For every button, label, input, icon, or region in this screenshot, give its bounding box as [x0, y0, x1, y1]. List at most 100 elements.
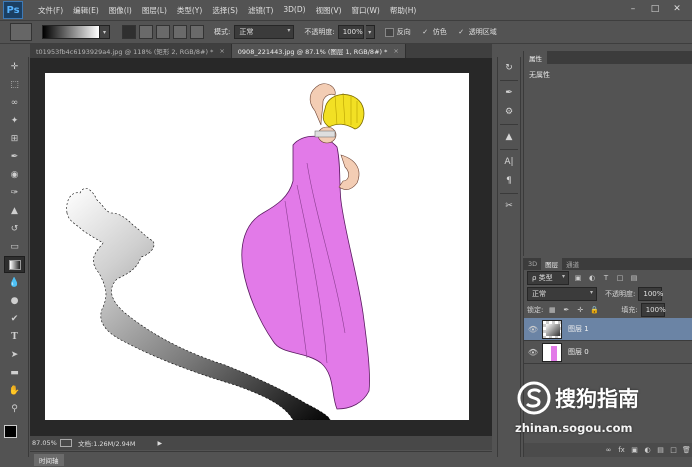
history-icon[interactable]: ↻ [500, 60, 518, 76]
document-tabs: t01953fb4c6193929a4.jpg @ 118% (矩形 2, RG… [30, 44, 492, 58]
menu-items: 文件(F) 编辑(E) 图像(I) 图层(L) 类型(Y) 选择(S) 滤镜(T… [33, 5, 421, 16]
close-icon[interactable]: × [393, 47, 398, 55]
menu-select[interactable]: 选择(S) [207, 5, 243, 16]
maximize-icon[interactable]: □ [644, 2, 666, 16]
chevron-right-icon[interactable]: ▶ [158, 440, 163, 447]
tab-layers[interactable]: 图层 [541, 258, 563, 270]
lock-position-icon[interactable]: ✛ [575, 305, 585, 315]
timeline-panel: 时间轴 [30, 451, 492, 467]
close-icon[interactable]: × [219, 47, 224, 55]
foreground-color[interactable] [4, 425, 17, 438]
rectangle-tool-icon[interactable]: ▬ [4, 364, 25, 381]
marquee-tool-icon[interactable]: ⬚ [4, 76, 25, 93]
menu-window[interactable]: 窗口(W) [347, 5, 385, 16]
clone-stamp-tool-icon[interactable]: ▲ [4, 202, 25, 219]
transparency-checkbox[interactable]: ✓ [457, 28, 466, 37]
tab-properties[interactable]: 属性 [524, 51, 547, 64]
zoom-level[interactable]: 87.05% [30, 439, 60, 447]
linear-gradient-icon[interactable] [122, 25, 136, 39]
dodge-tool-icon[interactable]: ● [4, 292, 25, 309]
tab-document-2[interactable]: 0908_221443.jpg @ 87.1% (图层 1, RGB/8#) *… [231, 44, 406, 58]
tab-document-1[interactable]: t01953fb4c6193929a4.jpg @ 118% (矩形 2, RG… [30, 44, 232, 58]
menu-type[interactable]: 类型(Y) [172, 5, 207, 16]
lasso-tool-icon[interactable]: ∞ [4, 94, 25, 111]
opacity-dropdown-icon[interactable]: ▾ [365, 25, 375, 39]
layer-row-1[interactable]: 👁 图层 1 [524, 318, 692, 341]
tab-3d[interactable]: 3D [524, 258, 541, 270]
canvas-workarea[interactable] [30, 58, 492, 436]
opacity-field[interactable]: 100% [337, 25, 364, 39]
eraser-tool-icon[interactable]: ▭ [4, 238, 25, 255]
gradient-tool-icon[interactable] [4, 256, 25, 273]
blur-tool-icon[interactable]: 💧 [4, 274, 25, 291]
character-icon[interactable]: A| [500, 154, 518, 170]
menu-help[interactable]: 帮助(H) [385, 5, 422, 16]
layer-row-0[interactable]: 👁 图层 0 [524, 341, 692, 364]
mode-select[interactable]: 正常 ▾ [234, 25, 295, 39]
crop-tool-icon[interactable]: ⊞ [4, 130, 25, 147]
timeline-tab[interactable]: 时间轴 [34, 454, 64, 466]
minimize-icon[interactable]: – [622, 2, 644, 16]
menu-edit[interactable]: 编辑(E) [68, 5, 104, 16]
link-icon[interactable]: ∞ [602, 446, 615, 454]
radial-gradient-icon[interactable] [139, 25, 153, 39]
reflected-gradient-icon[interactable] [173, 25, 187, 39]
mask-icon[interactable]: ▣ [628, 446, 641, 454]
document-canvas[interactable] [45, 73, 469, 420]
adjustments-icon[interactable]: ⚙ [500, 104, 518, 120]
color-swatches[interactable] [4, 425, 26, 447]
filter-adjustment-icon[interactable]: ◐ [587, 273, 597, 283]
new-layer-icon[interactable]: □ [667, 446, 680, 454]
lock-all-icon[interactable]: 🔒 [589, 305, 599, 315]
gradient-swatch[interactable] [42, 25, 100, 39]
gradient-dropdown-icon[interactable]: ▾ [100, 25, 110, 39]
hand-tool-icon[interactable]: ✋ [4, 382, 25, 399]
eye-icon[interactable]: 👁 [524, 348, 542, 357]
layer-filter-select[interactable]: ρ 类型 ▾ [527, 271, 569, 285]
filter-smart-icon[interactable]: ▤ [629, 273, 639, 283]
brush-presets-icon[interactable]: ✒ [500, 85, 518, 101]
menu-layer[interactable]: 图层(L) [137, 5, 172, 16]
history-brush-tool-icon[interactable]: ↺ [4, 220, 25, 237]
layer-opacity-field[interactable]: 100% [638, 287, 664, 301]
adjustment-layer-icon[interactable]: ◐ [641, 446, 654, 454]
zoom-tool-icon[interactable]: ⚲ [4, 400, 25, 417]
clone-source-icon[interactable]: ▲ [500, 129, 518, 145]
magic-wand-tool-icon[interactable]: ✦ [4, 112, 25, 129]
pen-tool-icon[interactable]: ✔ [4, 310, 25, 327]
menu-view[interactable]: 视图(V) [311, 5, 347, 16]
blend-mode-select[interactable]: 正常 ▾ [527, 287, 597, 301]
move-tool-icon[interactable]: ✛ [4, 58, 25, 75]
close-icon[interactable]: ✕ [666, 2, 688, 16]
eye-icon[interactable]: 👁 [524, 325, 542, 334]
status-info-icon[interactable] [60, 439, 72, 447]
lock-transparent-icon[interactable]: ▦ [547, 305, 557, 315]
filter-shape-icon[interactable]: □ [615, 273, 625, 283]
brush-tool-icon[interactable]: ✑ [4, 184, 25, 201]
healing-brush-tool-icon[interactable]: ◉ [4, 166, 25, 183]
layer-opacity-value: 100% [643, 290, 664, 298]
menu-image[interactable]: 图像(I) [104, 5, 137, 16]
lock-image-icon[interactable]: ✒ [561, 305, 571, 315]
type-tool-icon[interactable]: T [4, 328, 25, 345]
menu-filter[interactable]: 滤镜(T) [243, 5, 278, 16]
paragraph-icon[interactable]: ¶ [500, 173, 518, 189]
path-selection-tool-icon[interactable]: ➤ [4, 346, 25, 363]
angle-gradient-icon[interactable] [156, 25, 170, 39]
tools-icon[interactable]: ✂ [500, 198, 518, 214]
tab-channels[interactable]: 通道 [562, 258, 583, 270]
menu-3d[interactable]: 3D(D) [278, 5, 310, 16]
tool-preset-picker[interactable] [10, 23, 32, 41]
diamond-gradient-icon[interactable] [190, 25, 204, 39]
filter-type-icon[interactable]: T [601, 273, 611, 283]
reverse-checkbox[interactable] [384, 27, 394, 37]
eyedropper-tool-icon[interactable]: ✒ [4, 148, 25, 165]
dither-checkbox[interactable]: ✓ [421, 28, 430, 37]
fx-icon[interactable]: fx [615, 446, 628, 454]
trash-icon[interactable]: 🗑 [680, 446, 692, 454]
menu-file[interactable]: 文件(F) [33, 5, 68, 16]
opacity-label: 不透明度: [304, 28, 335, 36]
fill-field[interactable]: 100% [640, 303, 666, 317]
filter-pixel-icon[interactable]: ▣ [573, 273, 583, 283]
group-icon[interactable]: ▤ [654, 446, 667, 454]
